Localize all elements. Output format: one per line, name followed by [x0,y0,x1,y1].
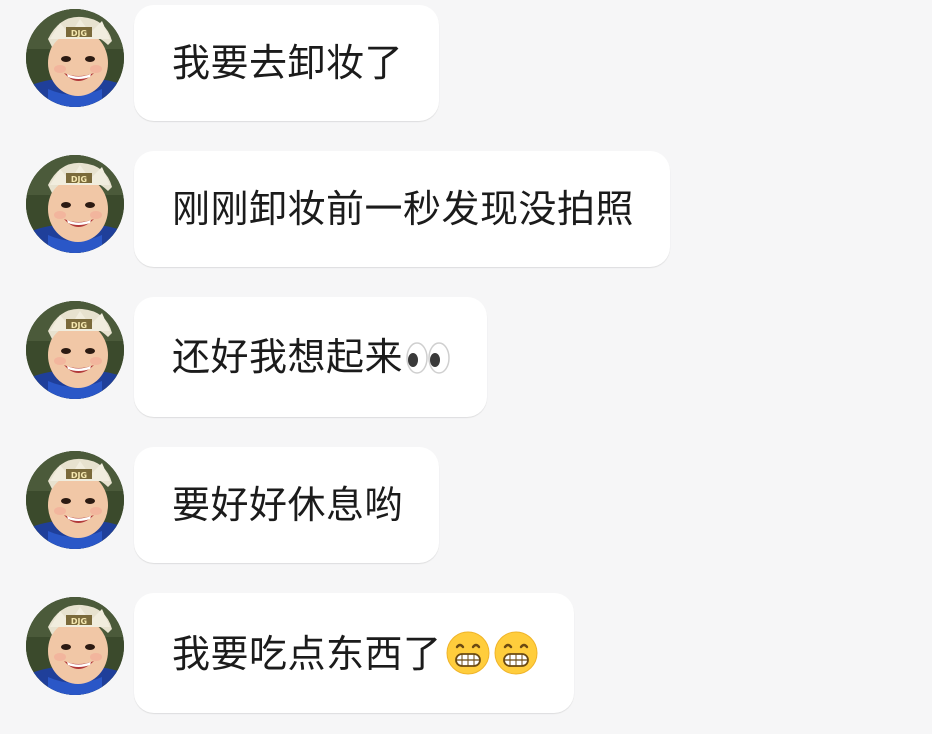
message-text: 要好好休息哟 [172,483,404,527]
message-text: 还好我想起来 [172,335,404,379]
child-avatar-photo-icon [26,9,124,107]
grinning-face-emoji-icon [446,631,490,675]
avatar[interactable] [26,597,124,695]
message-text: 刚刚卸妆前一秒发现没拍照 [172,187,635,231]
message-bubble[interactable]: 还好我想起来 [134,297,488,417]
message-text-wrap: 还好我想起来 [172,335,451,379]
child-avatar-photo-icon [26,451,124,549]
avatar[interactable] [26,155,124,253]
message-text: 我要吃点东西了 [172,631,442,676]
child-avatar-photo-icon [26,597,124,695]
message-bubble[interactable]: 我要去卸妆了 [134,5,440,121]
message-bubble[interactable]: 我要吃点东西了 [134,593,574,713]
message-bubble[interactable]: 刚刚卸妆前一秒发现没拍照 [134,151,671,267]
avatar[interactable] [26,451,124,549]
chat-message-list[interactable]: 我要去卸妆了 刚刚卸妆前一秒发现没拍照 还好我想起来 要好好休息哟 我要吃点东西 [0,0,932,734]
avatar[interactable] [26,301,124,399]
eyes-emoji-icon [405,341,451,375]
avatar[interactable] [26,9,124,107]
message-text-wrap: 我要吃点东西了 [172,631,538,676]
message-bubble[interactable]: 要好好休息哟 [134,447,440,563]
child-avatar-photo-icon [26,155,124,253]
grinning-face-emoji-icon [494,631,538,675]
child-avatar-photo-icon [26,301,124,399]
message-text: 我要去卸妆了 [172,41,404,85]
